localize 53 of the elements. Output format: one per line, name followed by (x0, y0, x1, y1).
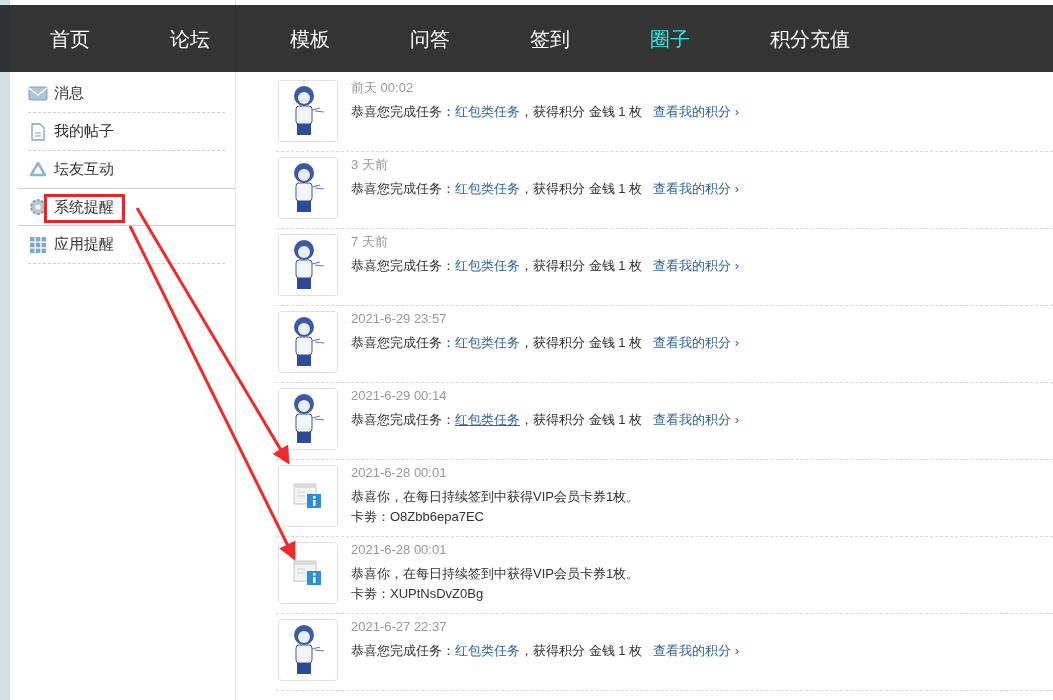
message-text: 恭喜您完成任务： (351, 334, 455, 352)
sidebar-item[interactable]: 我的帖子 (54, 120, 114, 143)
coupon-code: 卡劵：O8Zbb6epa7EC (351, 508, 485, 526)
points-link[interactable]: 查看我的积分 › (653, 102, 740, 122)
task-link[interactable]: 红包类任务 (455, 641, 520, 661)
points-link[interactable]: 查看我的积分 › (653, 179, 740, 199)
timestamp: 2021-6-29 23:57 (351, 310, 448, 328)
message-text: ，获得积分 金钱 1 枚 (520, 411, 643, 429)
timestamp: 2021-6-29 00:14 (351, 387, 448, 405)
message-text: 恭喜您完成任务： (351, 411, 455, 429)
task-link[interactable]: 红包类任务 (455, 333, 520, 353)
timestamp: 2021-6-28 00:01 (351, 464, 448, 482)
message-text: ，获得积分 金钱 1 枚 (520, 257, 643, 275)
nav-link[interactable]: 论坛 (170, 27, 210, 50)
nav-link[interactable]: 问答 (410, 27, 450, 50)
message-text: ，获得积分 金钱 1 枚 (520, 334, 643, 352)
sidebar-item[interactable]: 应用提醒 (54, 233, 114, 256)
nav-link[interactable]: 模板 (290, 27, 330, 50)
timestamp: 2021-6-28 00:01 (351, 541, 448, 559)
info-window-icon (293, 482, 323, 510)
document-icon (28, 121, 48, 142)
envelope-icon (28, 83, 48, 104)
coupon-code: 卡劵：XUPtNsDvZ0Bg (351, 585, 485, 603)
sidebar-item[interactable]: 系统提醒 (54, 195, 114, 219)
message-text: 恭喜您完成任务： (351, 642, 455, 660)
message-text: 恭喜您完成任务： (351, 180, 455, 198)
message-text: ，获得积分 金钱 1 枚 (520, 642, 643, 660)
message-text: 恭喜您完成任务： (351, 257, 455, 275)
timestamp: 2021-6-27 22:37 (351, 618, 448, 636)
task-link[interactable]: 红包类任务 (455, 256, 520, 276)
points-link[interactable]: 查看我的积分 › (653, 256, 740, 276)
nav-link[interactable]: 首页 (50, 27, 90, 50)
message-text: ，获得积分 金钱 1 枚 (520, 103, 643, 121)
points-link[interactable]: 查看我的积分 › (653, 333, 740, 353)
nav-link[interactable]: 积分充值 (770, 27, 850, 50)
message-text: 恭喜你，在每日持续签到中获得VIP会员卡券1枚。 (351, 488, 640, 506)
task-link[interactable]: 红包类任务 (455, 102, 520, 122)
task-link[interactable]: 红包类任务 (455, 179, 520, 199)
nav-link[interactable]: 圈子 (650, 27, 690, 50)
timestamp: 7 天前 (351, 233, 389, 251)
sidebar-item[interactable]: 消息 (54, 82, 84, 105)
timestamp: 前天 00:02 (351, 79, 415, 97)
message-text: 恭喜您完成任务： (351, 103, 455, 121)
task-link[interactable]: 红包类任务 (455, 410, 520, 430)
sidebar-item[interactable]: 坛友互动 (54, 158, 114, 181)
points-link[interactable]: 查看我的积分 › (653, 410, 740, 430)
nav-link[interactable]: 签到 (530, 27, 570, 50)
timestamp: 3 天前 (351, 156, 389, 174)
message-text: 恭喜你，在每日持续签到中获得VIP会员卡券1枚。 (351, 565, 640, 583)
info-window-icon (293, 559, 323, 587)
message-text: ，获得积分 金钱 1 枚 (520, 180, 643, 198)
grid-icon (28, 234, 48, 255)
points-link[interactable]: 查看我的积分 › (653, 641, 740, 661)
